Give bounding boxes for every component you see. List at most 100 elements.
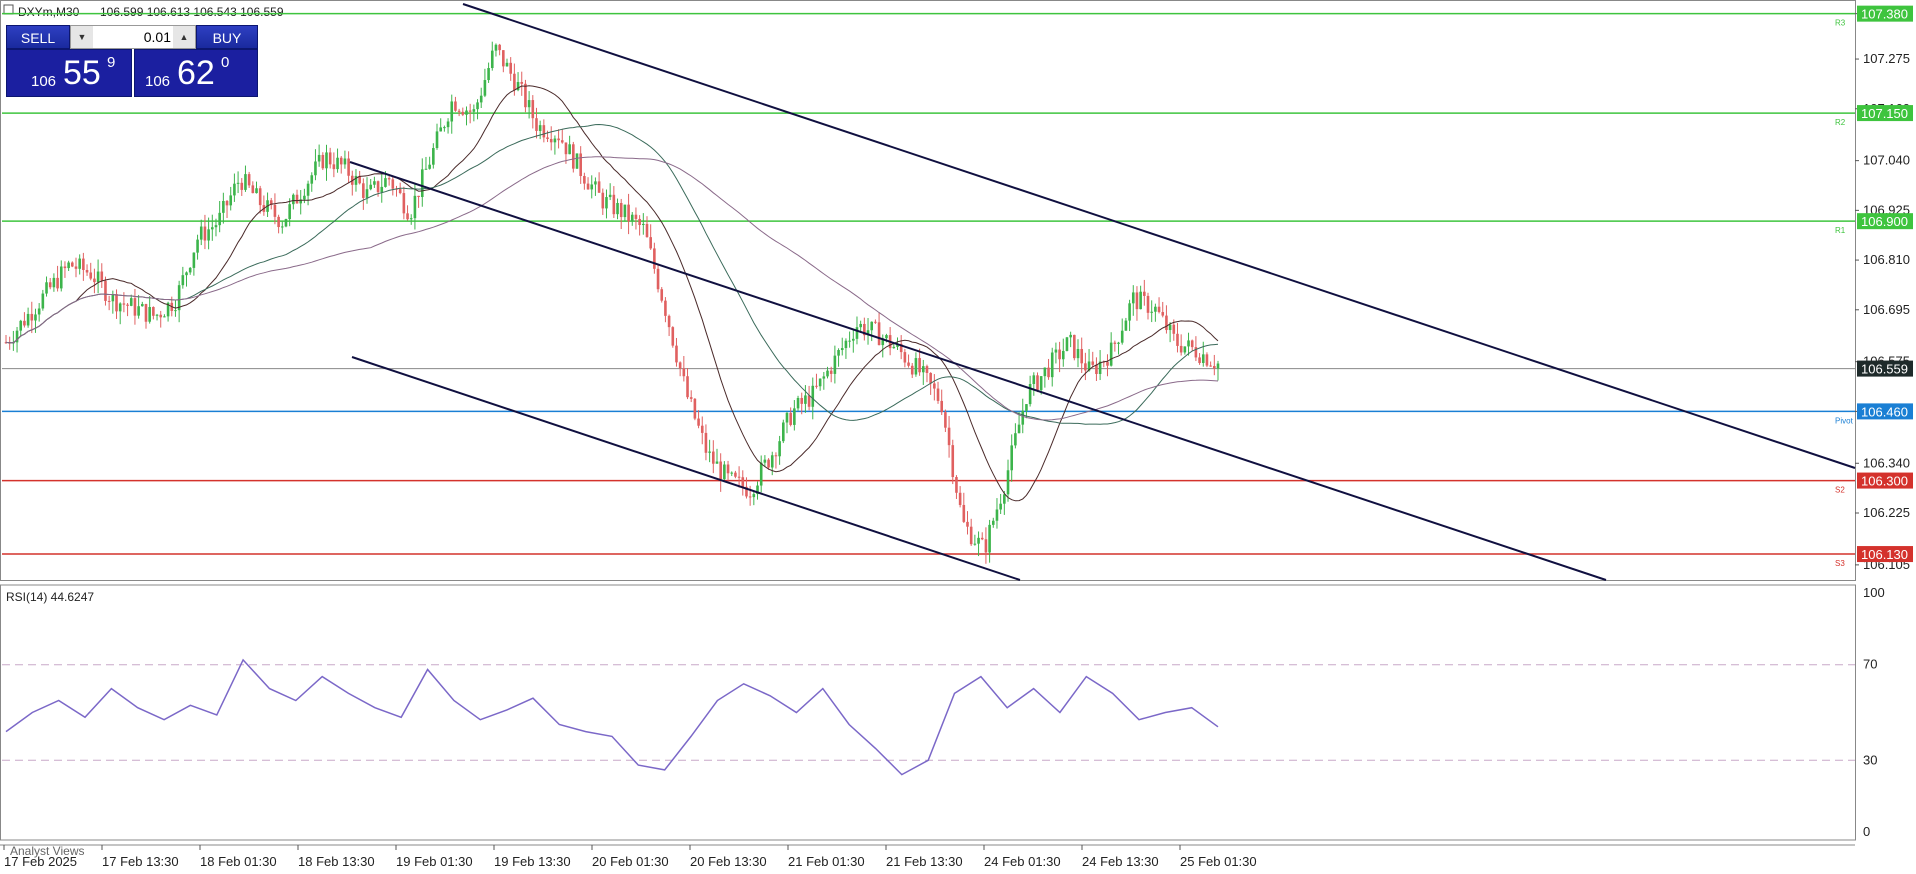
- candle-body: [1124, 320, 1128, 331]
- candle-body: [26, 313, 30, 326]
- candle-body: [402, 193, 406, 214]
- candle-body: [1080, 348, 1083, 364]
- trading-chart[interactable]: DXYm,M30 106.599 106.613 106.543 106.559 1…: [0, 0, 1916, 874]
- candle-body: [822, 376, 826, 379]
- candle-body: [944, 412, 947, 428]
- candle-body: [535, 118, 538, 131]
- ma-fast-line: [5, 85, 1219, 502]
- candle-body: [321, 154, 325, 169]
- buy-price-box[interactable]: 106 62 0: [134, 49, 258, 97]
- candle-body: [93, 278, 96, 283]
- one-click-trade-panel: SELL ▼ ▲ BUY 106 55 9 106 62 0: [6, 25, 258, 97]
- candle-body: [1128, 303, 1131, 321]
- candle-body: [955, 477, 958, 493]
- candle-body: [811, 385, 815, 407]
- candle-body: [1146, 295, 1150, 313]
- price-tick-label: 107.275: [1863, 51, 1910, 66]
- candle-body: [1161, 312, 1165, 316]
- level-tag: S3: [1835, 559, 1845, 568]
- candle-body: [1172, 324, 1176, 334]
- candle-body: [306, 183, 310, 196]
- candle-body: [34, 314, 37, 321]
- candle-body: [450, 101, 454, 122]
- candle-body: [196, 239, 199, 253]
- candle-body: [634, 214, 638, 219]
- candle-body: [594, 181, 597, 185]
- lot-size-stepper[interactable]: ▼ ▲: [70, 25, 196, 49]
- candle-body: [947, 427, 951, 446]
- lot-size-input[interactable]: [95, 28, 175, 46]
- candle-body: [483, 80, 487, 96]
- candle-body: [575, 153, 579, 169]
- lot-decrease-icon[interactable]: ▼: [71, 26, 93, 48]
- sell-price-big: 55: [63, 54, 101, 92]
- candle-body: [1043, 367, 1047, 377]
- candle-body: [325, 152, 328, 169]
- time-tick-label: 21 Feb 01:30: [788, 854, 865, 869]
- ohlc-readout: 106.599 106.613 106.543 106.559: [100, 5, 284, 19]
- candle-body: [188, 267, 192, 273]
- time-tick-label: 19 Feb 01:30: [396, 854, 473, 869]
- candle-body: [605, 197, 608, 209]
- candle-body: [225, 200, 229, 206]
- buy-button[interactable]: BUY: [196, 25, 258, 49]
- buy-price-prefix: 106: [145, 73, 171, 90]
- candle-body: [1135, 292, 1139, 310]
- candle-body: [461, 111, 465, 115]
- candle-body: [74, 266, 78, 269]
- candle-body: [774, 455, 778, 457]
- candle-body: [288, 204, 291, 220]
- candle-body: [1187, 340, 1190, 347]
- candle-body: [579, 153, 582, 177]
- candle-body: [406, 213, 409, 220]
- candle-body: [840, 348, 844, 351]
- candle-body: [675, 345, 678, 363]
- candle-body: [233, 183, 236, 196]
- candle-body: [78, 258, 81, 269]
- candle-body: [874, 321, 877, 323]
- candle-body: [1109, 342, 1113, 366]
- candle-body: [472, 109, 476, 112]
- candle-body: [303, 195, 306, 200]
- candle-body: [85, 270, 89, 273]
- candle-body: [439, 127, 442, 132]
- candle-body: [546, 137, 549, 139]
- candle-body: [531, 100, 535, 119]
- candle-body: [616, 202, 619, 215]
- candle-body: [804, 395, 807, 404]
- candle-body: [1113, 342, 1117, 344]
- sell-price-box[interactable]: 106 55 9: [6, 49, 132, 97]
- candle-body: [1061, 350, 1065, 360]
- candle-body: [630, 214, 634, 222]
- candle-body: [1073, 334, 1076, 359]
- main-pane-frame: [0, 0, 1856, 581]
- candle-body: [700, 425, 704, 433]
- candle-body: [424, 168, 428, 170]
- candle-body: [951, 445, 955, 478]
- candle-body: [877, 322, 881, 346]
- candle-body: [815, 385, 818, 387]
- symbol-triangle-icon: [3, 4, 14, 15]
- candle-body: [524, 83, 527, 108]
- candle-body: [678, 362, 682, 369]
- candle-body: [336, 157, 339, 170]
- candle-body: [645, 223, 649, 238]
- candle-body: [104, 280, 107, 301]
- candle-body: [763, 459, 767, 463]
- candle-body: [258, 188, 262, 206]
- candle-body: [181, 275, 185, 286]
- candle-body: [476, 102, 479, 110]
- candle-body: [443, 127, 446, 129]
- sell-button[interactable]: SELL: [6, 25, 70, 49]
- candle-body: [1198, 357, 1201, 363]
- candle-body: [328, 152, 332, 165]
- lot-increase-icon[interactable]: ▲: [173, 26, 195, 48]
- candle-body: [572, 144, 575, 169]
- price-tick-label: 106.340: [1863, 455, 1910, 470]
- candle-body: [236, 182, 240, 184]
- candle-body: [417, 195, 420, 197]
- candle-body: [664, 300, 667, 316]
- candle-body: [807, 395, 811, 407]
- candle-body: [656, 268, 660, 290]
- candle-body: [218, 212, 221, 226]
